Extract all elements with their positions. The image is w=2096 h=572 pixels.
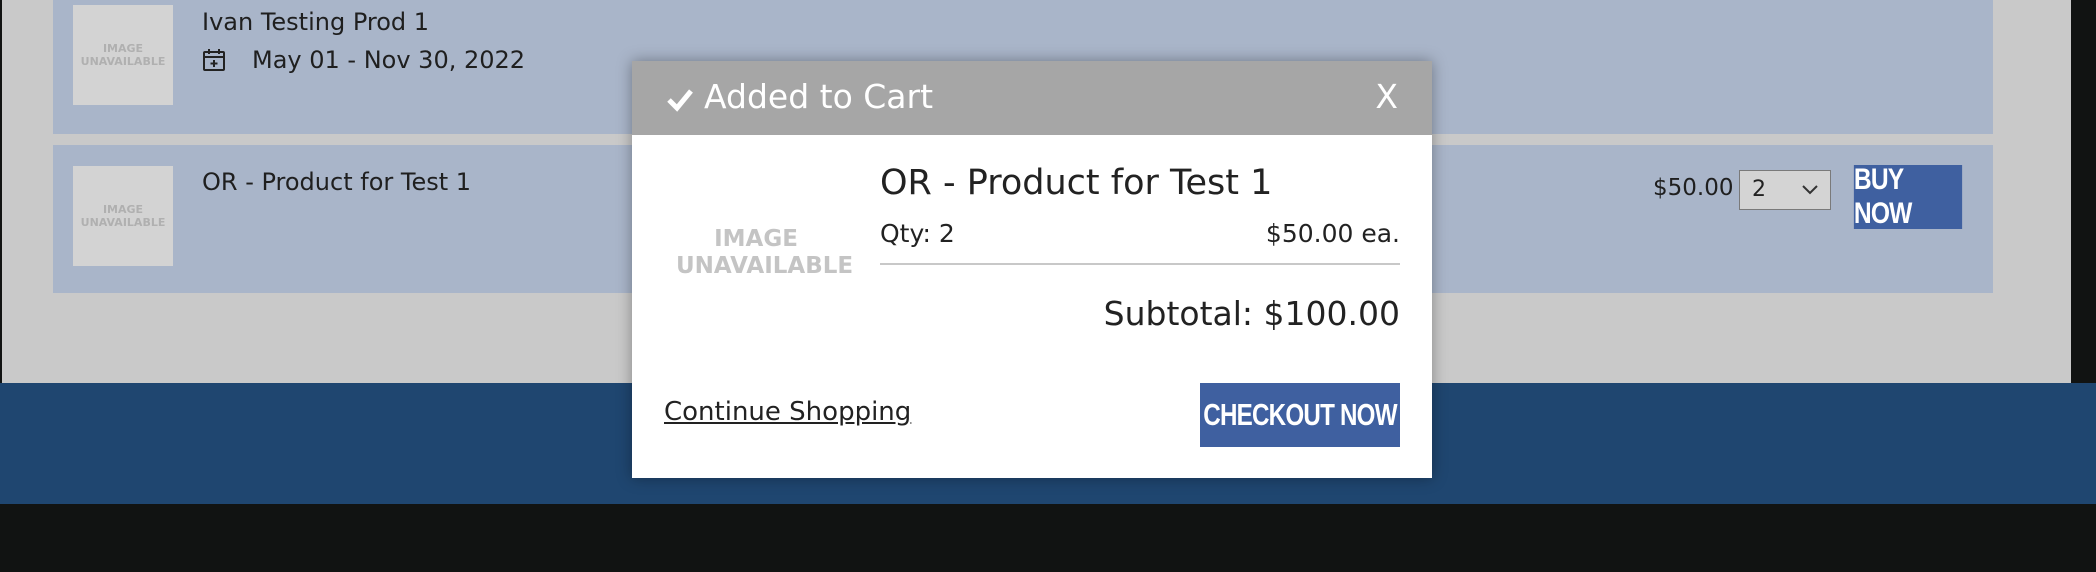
modal-title: Added to Cart bbox=[704, 77, 934, 116]
quantity-select[interactable]: 2 bbox=[1739, 170, 1831, 210]
modal-unit-price: $50.00 ea. bbox=[1265, 219, 1400, 248]
date-range: May 01 - Nov 30, 2022 bbox=[252, 46, 526, 74]
modal-product-image: IMAGE UNAVAILABLE bbox=[676, 226, 854, 280]
chevron-down-icon bbox=[1802, 185, 1818, 195]
divider bbox=[880, 263, 1400, 265]
close-button[interactable]: X bbox=[1375, 77, 1398, 116]
check-icon bbox=[667, 89, 693, 112]
modal-subtotal: Subtotal: $100.00 bbox=[1103, 294, 1400, 333]
thumbnail-text-line1: IMAGE bbox=[102, 203, 144, 216]
calendar-plus-icon bbox=[203, 49, 225, 71]
product-name: OR - Product for Test 1 bbox=[202, 168, 472, 196]
buy-now-button[interactable]: BUY NOW bbox=[1853, 163, 1963, 230]
thumbnail-text-line2: UNAVAILABLE bbox=[80, 216, 166, 229]
quantity-value: 2 bbox=[1752, 177, 1766, 202]
thumbnail-text-line2: UNAVAILABLE bbox=[80, 55, 166, 68]
product-dates: May 01 - Nov 30, 2022 bbox=[202, 46, 525, 74]
checkout-label: CHECKOUT NOW bbox=[1203, 397, 1397, 432]
thumbnail-text-line1: IMAGE bbox=[102, 42, 144, 55]
added-to-cart-modal: Added to Cart X IMAGE UNAVAILABLE OR - P… bbox=[632, 61, 1432, 478]
product-price: $50.00 bbox=[1653, 175, 1734, 201]
modal-product-name: OR - Product for Test 1 bbox=[880, 163, 1273, 203]
image-text-line2: UNAVAILABLE bbox=[676, 253, 854, 279]
modal-quantity: Qty: 2 bbox=[880, 219, 955, 248]
checkout-now-button[interactable]: CHECKOUT NOW bbox=[1200, 383, 1400, 447]
product-name: Ivan Testing Prod 1 bbox=[202, 8, 430, 36]
modal-header: Added to Cart X bbox=[632, 61, 1432, 135]
product-thumbnail: IMAGE UNAVAILABLE bbox=[73, 166, 173, 266]
product-thumbnail: IMAGE UNAVAILABLE bbox=[73, 5, 173, 105]
image-text-line1: IMAGE bbox=[714, 226, 798, 252]
continue-shopping-link[interactable]: Continue Shopping bbox=[664, 397, 911, 427]
footer-bottom bbox=[0, 504, 2096, 572]
